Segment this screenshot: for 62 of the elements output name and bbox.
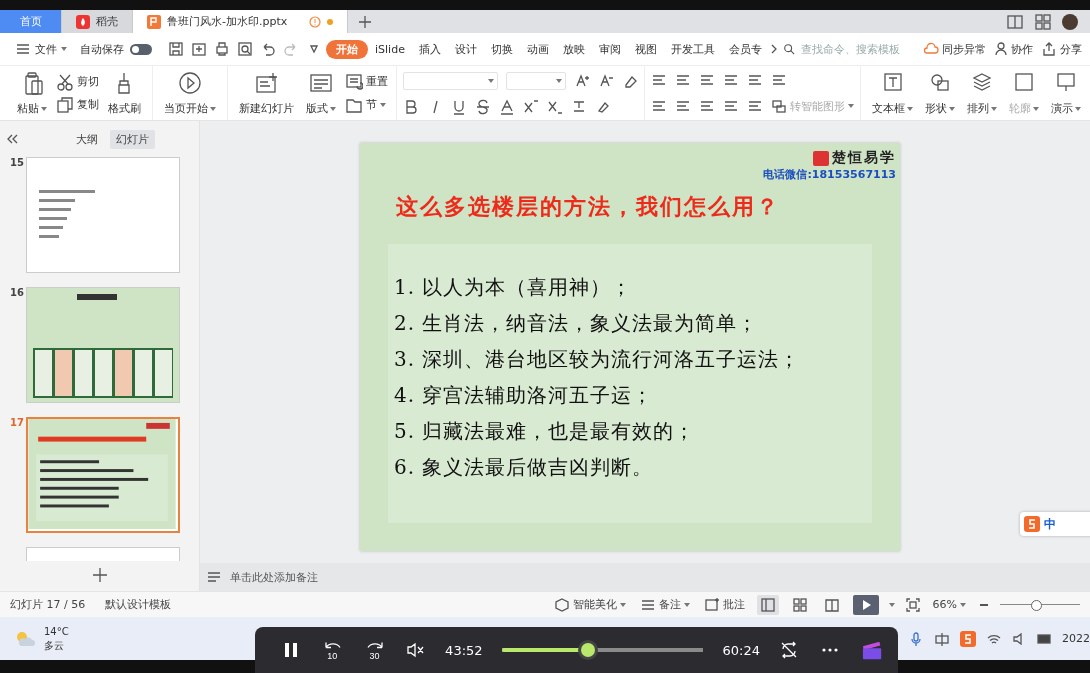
input-method-bar[interactable]: 中 [1020,512,1090,536]
forward-button[interactable]: 30 [364,639,385,661]
list-item: 1. 以人为本（喜用神）； [394,274,634,301]
temperature: 14°C [44,624,69,639]
list-item: 3. 深圳、港台地区较为流行河洛五子运法； [394,346,802,373]
list-item: 2. 生肖法，纳音法，象义法最为简单； [394,310,760,337]
ribbon-tab[interactable]: 开发工具 [663,39,722,59]
list-item: 6. 象义法最后做吉凶判断。 [394,454,655,481]
panel-tab[interactable]: 大纲 [70,129,104,149]
notes-button[interactable]: 备注 [637,596,692,613]
document-tab[interactable]: 鲁班门风水-加水印.pptx [133,10,348,33]
input-mode: 中 [1044,515,1056,533]
ribbon-tab[interactable]: 会员专 [721,39,769,59]
sync-button[interactable]: 同步异常 [923,41,986,57]
ribbon-tab[interactable]: 切换 [483,39,520,59]
ribbon-button[interactable]: 当页开始 [161,66,219,120]
file-menu[interactable]: 文件 [8,39,74,59]
search-field[interactable]: 查找命令、搜索模板 [778,39,915,59]
ribbon-tab[interactable]: 审阅 [591,39,628,59]
ribbon-tab[interactable]: 放映 [555,39,592,59]
document-tab[interactable]: 稻壳 [62,10,133,33]
ribbon-button[interactable]: 剪切 [56,72,99,91]
panel-tab[interactable]: 幻灯片 [110,129,155,149]
slide-number: 17 [10,417,22,430]
clock: 2022 [1062,632,1090,645]
notes-field[interactable]: 单击此处添加备注 [200,563,1090,591]
ribbon-tab[interactable]: 设计 [447,39,484,59]
ribbon-button[interactable]: 格式刷 [105,66,144,120]
list-item: 4. 穿宫法辅助洛河五子运； [394,382,655,409]
brand-name: 楚恒易学 [832,149,896,167]
total-time: 60:24 [721,642,761,658]
slide-canvas[interactable]: 楚恒易学 电话微信:18153567113 这么多选楼层的方法，我们怎么用？ 1. 以人为本（喜用神）； 2. 生肖法，纳音法，象义法最为简单； 3. 深圳、港台地区较为流行河洛五子运法； 4. 穿宫法辅助洛河五子运； 5. 归藏法最难，也是最有效的； 6. 象义法最后做吉凶判断。 [360,143,900,551]
collaborate-button[interactable]: 协作 [994,41,1033,57]
rewind-button[interactable]: 10 [322,639,343,661]
autosave-toggle[interactable]: 自动保存 [74,39,164,59]
slide-number: 16 [10,287,22,300]
zoom-menu[interactable]: 66% [930,598,968,611]
ribbon-button[interactable]: 重置 [345,72,388,91]
weather-text: 多云 [44,638,65,653]
comments-button[interactable]: 批注 [701,596,747,613]
slide-number: 15 [10,157,22,170]
ribbon-button[interactable]: 节 [345,95,388,114]
ribbon-tab[interactable]: 动画 [519,39,556,59]
ribbon-button[interactable]: 文本框 [869,66,916,120]
ribbon-button[interactable]: 版式 [303,66,339,120]
ribbon-tab[interactable]: 视图 [627,39,664,59]
list-item: 5. 归藏法最难，也是最有效的； [394,418,697,445]
slide-title: 这么多选楼层的方法，我们怎么用？ [395,192,781,221]
beautify-button[interactable]: 智能美化 [551,596,628,613]
ribbon-tab[interactable]: iSlide [368,40,412,58]
share-button[interactable]: 分享 [1041,41,1082,57]
ribbon-button[interactable]: 排列 [964,66,1000,120]
ribbon-button[interactable]: 演示 [1048,66,1084,120]
contact-text: 电话微信:18153567113 [763,167,896,182]
ribbon-button[interactable]: 新建幻灯片 [236,66,297,120]
template-name: 默认设计模板 [105,597,172,612]
slide-counter: 幻灯片 17 / 56 [10,597,86,612]
ribbon-button[interactable]: 形状 [922,66,958,120]
ribbon-tab[interactable]: 插入 [411,39,448,59]
ribbon-button[interactable]: 复制 [56,95,99,114]
ribbon-button[interactable]: 粘贴 [14,66,50,120]
current-time: 43:52 [444,642,484,658]
